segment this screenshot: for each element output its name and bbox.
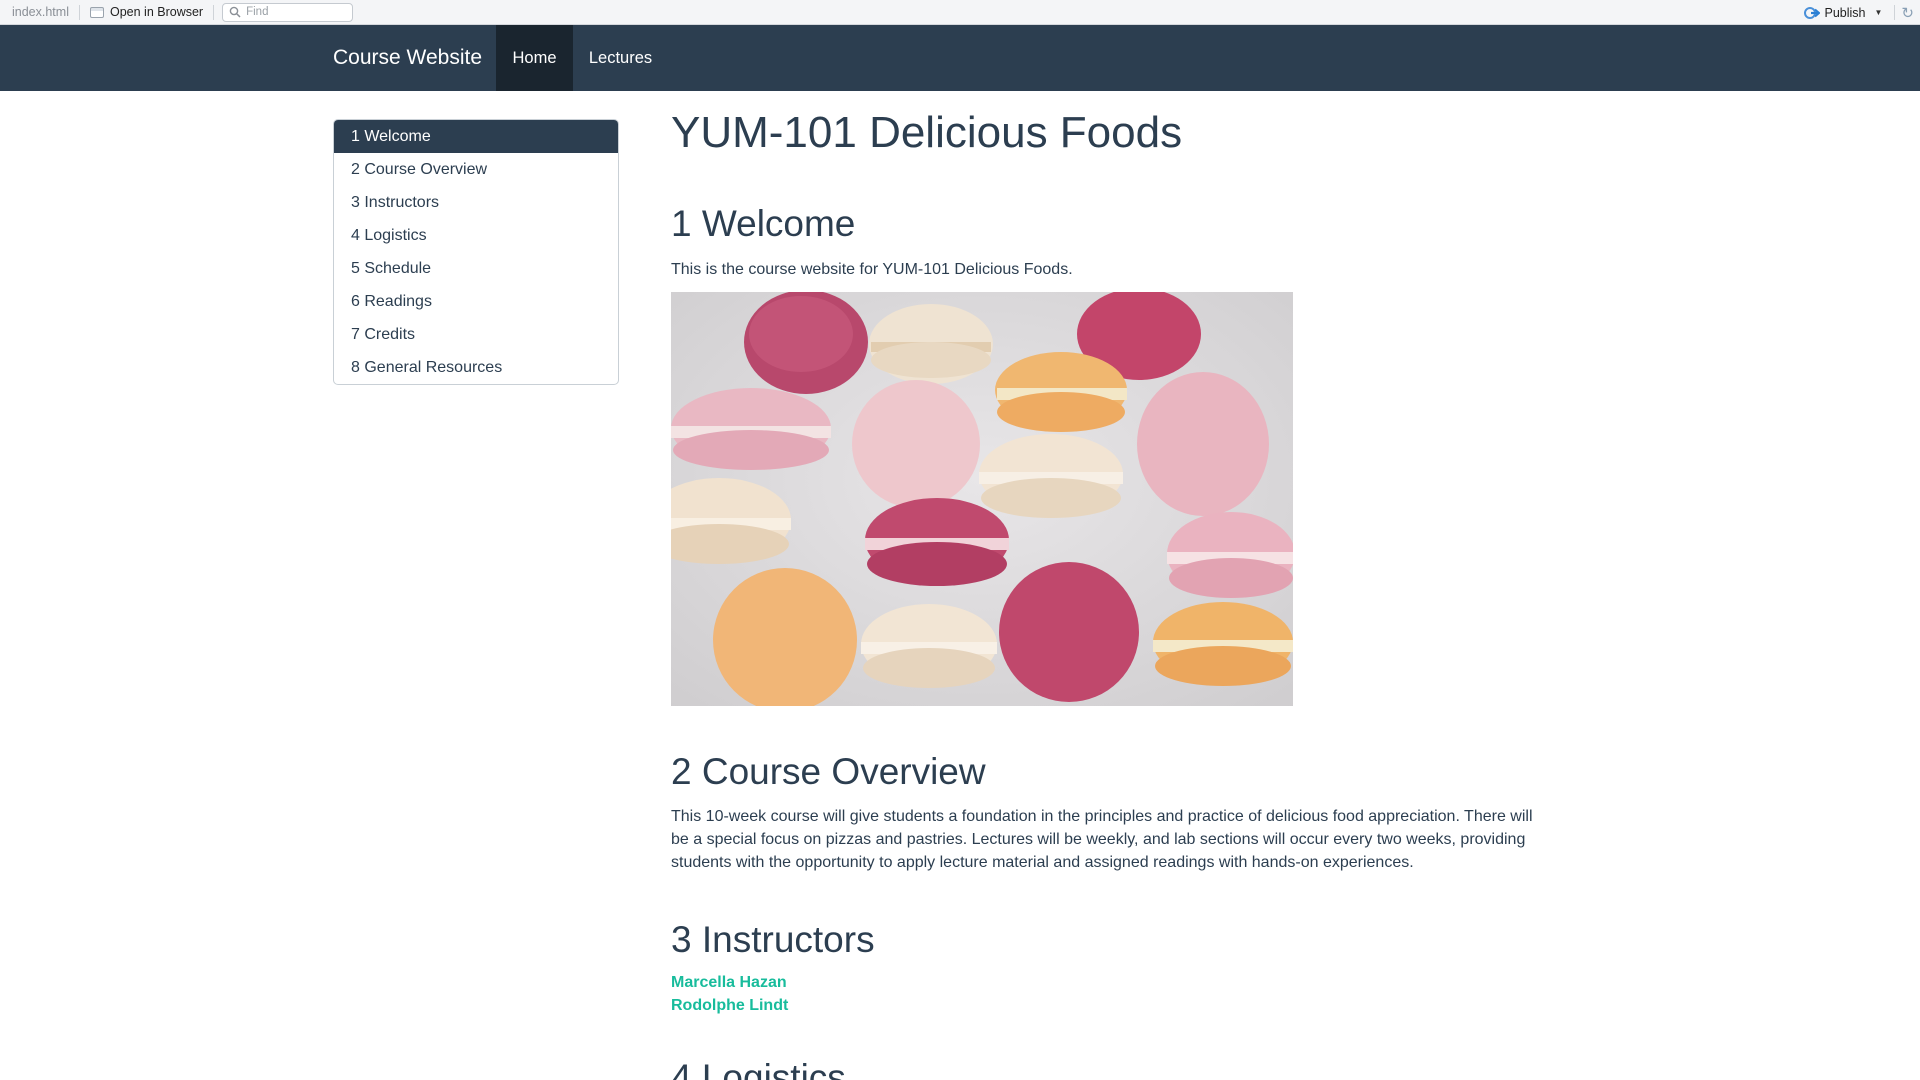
macarons-illustration	[671, 292, 1293, 706]
section-heading-instructors: 3 Instructors	[671, 919, 875, 960]
navbar-brand[interactable]: Course Website	[333, 25, 482, 91]
toc-item-readings[interactable]: 6 Readings	[334, 285, 618, 318]
course-overview-text: This 10-week course will give students a…	[671, 808, 1533, 871]
table-of-contents: 1 Welcome 2 Course Overview 3 Instructor…	[333, 119, 619, 385]
toc-item-credits[interactable]: 7 Credits	[334, 318, 618, 351]
toc-item-schedule[interactable]: 5 Schedule	[334, 252, 618, 285]
refresh-icon[interactable]: ↻	[1895, 4, 1920, 22]
nav-item-lectures[interactable]: Lectures	[573, 25, 668, 91]
find-input[interactable]	[246, 6, 347, 18]
open-window-icon	[89, 6, 104, 18]
section-heading-welcome: 1 Welcome	[671, 203, 856, 244]
toc-item-logistics[interactable]: 4 Logistics	[334, 219, 618, 252]
toc-item-course-overview[interactable]: 2 Course Overview	[334, 153, 618, 186]
section-heading-course-overview: 2 Course Overview	[671, 751, 986, 792]
toc-item-instructors[interactable]: 3 Instructors	[334, 186, 618, 219]
toolbar-divider	[213, 4, 215, 20]
page-title: YUM-101 Delicious Foods	[671, 108, 1183, 157]
instructor-link[interactable]: Rodolphe Lindt	[671, 997, 788, 1015]
nav-item-home[interactable]: Home	[496, 25, 573, 91]
open-in-browser-label: Open in Browser	[109, 5, 204, 19]
macarons-image	[671, 292, 1293, 706]
search-icon	[229, 6, 241, 18]
instructor-link[interactable]: Marcella Hazan	[671, 974, 787, 992]
publish-button[interactable]: Publish ▼	[1792, 6, 1895, 20]
welcome-text: This is the course website for YUM-101 D…	[671, 261, 1073, 278]
viewer-toolbar: index.html Open in Browser Publish ▼ ↻	[0, 0, 1920, 25]
find-box[interactable]	[222, 2, 354, 22]
toc-item-general-resources[interactable]: 8 General Resources	[334, 351, 618, 384]
open-in-browser-button[interactable]: Open in Browser	[80, 5, 213, 19]
publish-icon	[1803, 6, 1820, 19]
toolbar-right: Publish ▼ ↻	[1792, 0, 1920, 25]
chevron-down-icon[interactable]: ▼	[1875, 8, 1883, 17]
toc-item-welcome[interactable]: 1 Welcome	[334, 120, 618, 153]
site-navbar: Course Website Home Lectures	[0, 25, 1920, 91]
file-name: index.html	[12, 5, 69, 19]
section-heading-logistics: 4 Logistics	[671, 1057, 846, 1080]
publish-label: Publish	[1824, 5, 1866, 20]
